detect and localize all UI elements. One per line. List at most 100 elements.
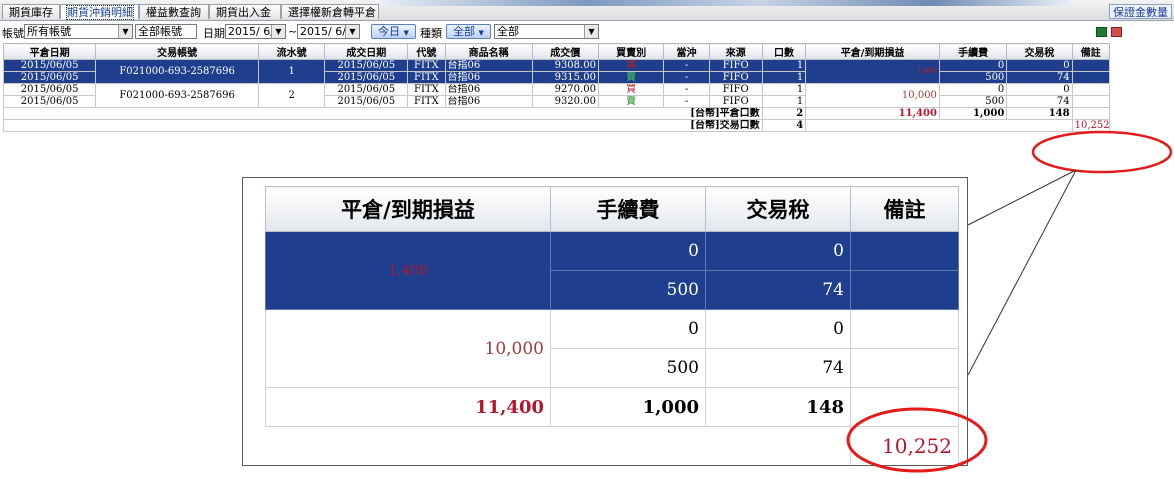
note-cell bbox=[1071, 107, 1111, 120]
product-cell: 台指06 bbox=[444, 59, 533, 72]
date-to-picker[interactable]: 2015/ 6/ 5 ▼ bbox=[297, 24, 360, 39]
grid-header-row: 平倉日期 交易帳號 流水號 成交日期 代號 商品名稱 成交價 買賣別 當沖 來源… bbox=[2, 43, 1111, 60]
price-cell: 9315.00 bbox=[531, 71, 599, 84]
net-total-value: 10,252 bbox=[1071, 119, 1111, 132]
qty-cell: 1 bbox=[761, 83, 807, 96]
fee-cell: 500 bbox=[938, 71, 1008, 84]
zoom-col-header: 交易稅 bbox=[705, 186, 851, 232]
zoom-total-row: 11,400 1,000 148 bbox=[265, 387, 959, 427]
code-cell: FITX bbox=[407, 59, 446, 72]
side-cell: 買 bbox=[597, 83, 665, 96]
chevron-down-icon[interactable]: ▼ bbox=[118, 25, 132, 38]
close-date-cell: 2015/06/05 bbox=[2, 71, 97, 84]
close-date-cell: 2015/06/05 bbox=[2, 59, 97, 72]
note-cell bbox=[1071, 71, 1111, 84]
zoom-total-fee: 1,000 bbox=[550, 387, 706, 427]
tab-equity-query[interactable]: 權益數查詢 bbox=[139, 4, 209, 19]
summary-blank bbox=[805, 119, 1073, 132]
source-cell: FIFO bbox=[708, 71, 763, 84]
trade-qty-value: 4 bbox=[761, 119, 807, 132]
col-header[interactable]: 流水號 bbox=[257, 43, 326, 60]
type-button[interactable]: 全部 ▼ bbox=[446, 24, 491, 39]
zoom-note-cell bbox=[850, 309, 959, 349]
zoom-pnl-cell: 1,400 bbox=[265, 231, 551, 310]
col-header[interactable]: 交易稅 bbox=[1006, 43, 1073, 60]
col-header[interactable]: 平倉/到期損益 bbox=[805, 43, 940, 60]
pnl-cell: 10,000 bbox=[805, 83, 940, 108]
col-header[interactable]: 口數 bbox=[761, 43, 807, 60]
col-header[interactable]: 商品名稱 bbox=[444, 43, 533, 60]
callout-line-bottom bbox=[967, 169, 1077, 376]
account-name-field: 全部帳號 bbox=[135, 24, 197, 39]
table-row[interactable]: 2015/06/05 F021000-693-2587696 1 2015/06… bbox=[2, 59, 1111, 84]
fee-cell: 0 bbox=[938, 83, 1008, 96]
zoom-callout: 平倉/到期損益 手續費 交易稅 備註 1,400 0 0 500 74 10,0… bbox=[242, 177, 968, 466]
tab-futures-offset-detail[interactable]: 期貨沖銷明細 bbox=[60, 4, 139, 20]
callout-line-top bbox=[967, 169, 1077, 226]
close-date-cell: 2015/06/05 bbox=[2, 83, 97, 96]
excel-icon[interactable] bbox=[1096, 27, 1107, 37]
col-header[interactable]: 代號 bbox=[407, 43, 446, 60]
code-cell: FITX bbox=[407, 83, 446, 96]
type-select-value: 全部 bbox=[497, 25, 519, 38]
chevron-down-icon[interactable]: ▼ bbox=[584, 25, 598, 38]
product-cell: 台指06 bbox=[444, 71, 533, 84]
type-button-label: 全部 bbox=[453, 25, 475, 38]
tab-options-close-position[interactable]: 選擇權新倉轉平倉 bbox=[281, 4, 379, 19]
daytrade-cell: - bbox=[663, 83, 710, 96]
trade-date-cell: 2015/06/05 bbox=[324, 95, 409, 108]
side-cell: 賣 bbox=[597, 95, 665, 108]
chevron-down-icon: ▼ bbox=[478, 29, 484, 37]
tab-futures-inventory[interactable]: 期貨庫存 bbox=[2, 4, 60, 19]
highlight-circle-small bbox=[1031, 130, 1173, 174]
zoom-note-cell bbox=[850, 387, 959, 427]
chevron-down-icon: ▼ bbox=[403, 29, 409, 37]
zoom-fee-cell: 0 bbox=[550, 309, 706, 349]
col-header[interactable]: 成交日期 bbox=[324, 43, 409, 60]
today-button[interactable]: 今日 ▼ bbox=[371, 24, 416, 39]
col-header[interactable]: 成交價 bbox=[531, 43, 599, 60]
print-icon[interactable] bbox=[1111, 27, 1122, 37]
col-header[interactable]: 買賣別 bbox=[597, 43, 665, 60]
qty-cell: 1 bbox=[761, 71, 807, 84]
tab-futures-deposit-withdraw[interactable]: 期貨出入金 bbox=[209, 4, 281, 19]
qty-cell: 1 bbox=[761, 95, 807, 108]
side-cell: 賣 bbox=[597, 71, 665, 84]
zoom-header-row: 平倉/到期損益 手續費 交易稅 備註 bbox=[265, 186, 959, 232]
zoom-total-pnl: 11,400 bbox=[265, 387, 551, 427]
chevron-down-icon[interactable]: ▼ bbox=[345, 25, 359, 38]
zoom-total-tax: 148 bbox=[705, 387, 851, 427]
code-cell: FITX bbox=[407, 71, 446, 84]
col-header[interactable]: 平倉日期 bbox=[2, 43, 97, 60]
price-cell: 9308.00 bbox=[531, 59, 599, 72]
zoom-pnl-cell: 10,000 bbox=[265, 309, 551, 388]
pnl-cell: 1,400 bbox=[805, 59, 940, 84]
daytrade-cell: - bbox=[663, 59, 710, 72]
date-label: 日期 bbox=[203, 27, 225, 40]
margin-button[interactable]: 保證金數量 bbox=[1109, 4, 1172, 19]
source-cell: FIFO bbox=[708, 95, 763, 108]
col-header[interactable]: 當沖 bbox=[663, 43, 710, 60]
col-header[interactable]: 備註 bbox=[1071, 43, 1111, 60]
note-cell bbox=[1071, 95, 1111, 108]
close-qty-value: 2 bbox=[761, 107, 807, 120]
total-tax-value: 148 bbox=[1006, 107, 1073, 120]
filter-bar: 帳號 所有帳號 ▼ 全部帳號 日期 2015/ 6/ 5 ▼ ~ 2015/ 6… bbox=[0, 21, 1174, 41]
side-cell: 買 bbox=[597, 59, 665, 72]
date-from-picker[interactable]: 2015/ 6/ 5 ▼ bbox=[225, 24, 286, 39]
chevron-down-icon[interactable]: ▼ bbox=[271, 25, 285, 38]
type-select[interactable]: 全部 ▼ bbox=[494, 24, 599, 39]
daytrade-cell: - bbox=[663, 71, 710, 84]
col-header[interactable]: 來源 bbox=[708, 43, 763, 60]
zoom-col-header: 備註 bbox=[850, 186, 959, 232]
col-header[interactable]: 交易帳號 bbox=[95, 43, 259, 60]
tax-cell: 0 bbox=[1006, 83, 1073, 96]
table-row[interactable]: 2015/06/05 F021000-693-2587696 2 2015/06… bbox=[2, 83, 1111, 108]
account-select[interactable]: 所有帳號 ▼ bbox=[24, 24, 133, 39]
account-name-value: 全部帳號 bbox=[138, 25, 182, 38]
fee-cell: 500 bbox=[938, 95, 1008, 108]
tax-cell: 74 bbox=[1006, 95, 1073, 108]
zoom-fee-cell: 0 bbox=[550, 231, 706, 271]
total-fee-value: 1,000 bbox=[938, 107, 1008, 120]
col-header[interactable]: 手續費 bbox=[938, 43, 1008, 60]
